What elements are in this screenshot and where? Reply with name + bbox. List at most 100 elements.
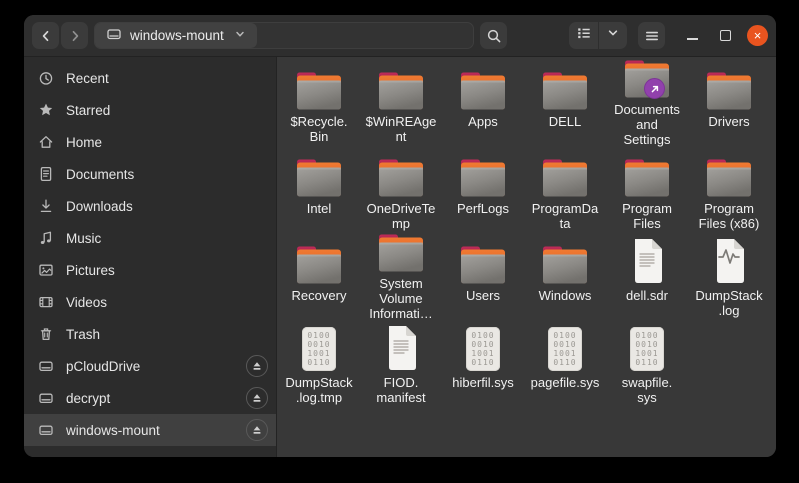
sidebar-item-trash[interactable]: Trash (24, 318, 276, 350)
view-options-dropdown-button[interactable] (598, 22, 627, 49)
sidebar-item-label: Starred (66, 103, 110, 118)
binary-file-icon: 0100 0010 1001 0110 (548, 327, 582, 371)
file-item[interactable]: Recovery (278, 234, 360, 321)
file-item[interactable]: 0100 0010 1001 0110 DumpStack .log.tmp (278, 321, 360, 408)
file-item[interactable]: Documents and Settings (606, 60, 688, 147)
sidebar-item-label: Videos (66, 295, 107, 310)
file-item[interactable]: dell.sdr (606, 234, 688, 321)
list-view-button[interactable] (569, 22, 598, 49)
sidebar-item-starred[interactable]: Starred (24, 94, 276, 126)
document-icon (38, 166, 54, 182)
file-label: Documents and Settings (614, 102, 680, 147)
sidebar-item-recent[interactable]: Recent (24, 62, 276, 94)
file-label: ProgramDa ta (532, 201, 598, 231)
file-label: OneDriveTe mp (367, 201, 436, 231)
binary-file-icon: 0100 0010 1001 0110 (466, 327, 500, 371)
file-label: dell.sdr (626, 288, 668, 303)
file-grid[interactable]: $Recycle. Bin $WinREAge nt Apps DELL Doc… (277, 57, 776, 457)
star-icon (38, 102, 54, 118)
eject-button[interactable] (246, 387, 268, 409)
eject-icon (251, 360, 263, 372)
file-item[interactable]: PerfLogs (442, 147, 524, 234)
file-item[interactable]: 0100 0010 1001 0110 swapfile. sys (606, 321, 688, 408)
file-item[interactable]: FIOD. manifest (360, 321, 442, 408)
eject-icon (251, 392, 263, 404)
path-bar[interactable]: windows-mount (94, 22, 474, 49)
file-item[interactable]: OneDriveTe mp (360, 147, 442, 234)
sidebar-item-home[interactable]: Home (24, 126, 276, 158)
sidebar: Recent Starred Home Documents Downloads … (24, 57, 277, 457)
file-label: DELL (549, 114, 582, 129)
file-label: Windows (539, 288, 592, 303)
file-item[interactable]: Program Files (606, 147, 688, 234)
chevron-left-icon (38, 28, 54, 44)
drive-icon (38, 390, 54, 406)
sidebar-item-downloads[interactable]: Downloads (24, 190, 276, 222)
trash-icon (38, 326, 54, 342)
folder-icon (460, 246, 506, 284)
eject-button[interactable] (246, 419, 268, 441)
path-label: windows-mount (130, 28, 224, 43)
folder-icon (460, 159, 506, 197)
file-label: $WinREAge nt (366, 114, 437, 144)
sidebar-item-videos[interactable]: Videos (24, 286, 276, 318)
binary-file-icon: 0100 0010 1001 0110 (302, 327, 336, 371)
header-right-cluster: × (569, 22, 768, 49)
file-label: DumpStack .log (695, 288, 762, 318)
file-item[interactable]: System Volume Informati… (360, 234, 442, 321)
file-item[interactable]: Intel (278, 147, 360, 234)
folder-icon (296, 72, 342, 110)
file-item[interactable]: 0100 0010 1001 0110 hiberfil.sys (442, 321, 524, 408)
close-icon: × (754, 29, 762, 42)
folder-icon (378, 234, 424, 272)
maximize-icon (720, 30, 731, 41)
folder-icon (296, 159, 342, 197)
folder-icon (624, 159, 670, 197)
folder-icon (378, 159, 424, 197)
log-file-icon (711, 238, 747, 284)
file-label: Recovery (292, 288, 347, 303)
sidebar-item-label: Downloads (66, 199, 133, 214)
file-item[interactable]: DELL (524, 60, 606, 147)
file-label: PerfLogs (457, 201, 509, 216)
minimize-icon (687, 38, 698, 40)
file-item[interactable]: Drivers (688, 60, 770, 147)
video-icon (38, 294, 54, 310)
drive-icon (38, 422, 54, 438)
sidebar-item-windows-mount[interactable]: windows-mount (24, 414, 276, 446)
chevron-right-icon (67, 28, 83, 44)
file-item[interactable]: Windows (524, 234, 606, 321)
file-label: Program Files (x86) (699, 201, 760, 231)
file-item[interactable]: Program Files (x86) (688, 147, 770, 234)
file-label: pagefile.sys (531, 375, 600, 390)
close-button[interactable]: × (747, 25, 768, 46)
sidebar-item-music[interactable]: Music (24, 222, 276, 254)
file-item[interactable]: DumpStack .log (688, 234, 770, 321)
file-item[interactable]: Users (442, 234, 524, 321)
current-location-button[interactable]: windows-mount (95, 23, 257, 48)
file-item[interactable]: $Recycle. Bin (278, 60, 360, 147)
sidebar-item-label: Recent (66, 71, 109, 86)
sidebar-item-pictures[interactable]: Pictures (24, 254, 276, 286)
drive-icon (38, 358, 54, 374)
back-button[interactable] (32, 22, 59, 49)
sidebar-item-decrypt[interactable]: decrypt (24, 382, 276, 414)
file-item[interactable]: Apps (442, 60, 524, 147)
forward-button[interactable] (61, 22, 88, 49)
file-label: FIOD. manifest (376, 375, 425, 405)
minimize-button[interactable] (681, 22, 703, 49)
music-note-icon (38, 230, 54, 246)
search-button[interactable] (480, 22, 507, 49)
file-item[interactable]: 0100 0010 1001 0110 pagefile.sys (524, 321, 606, 408)
folder-icon (542, 159, 588, 197)
sidebar-item-pclouddrive[interactable]: pCloudDrive (24, 350, 276, 382)
maximize-button[interactable] (714, 22, 736, 49)
sidebar-item-documents[interactable]: Documents (24, 158, 276, 190)
file-item[interactable]: ProgramDa ta (524, 147, 606, 234)
hamburger-menu-button[interactable] (638, 22, 665, 49)
file-item[interactable]: $WinREAge nt (360, 60, 442, 147)
folder-icon (542, 72, 588, 110)
eject-button[interactable] (246, 355, 268, 377)
view-toggle-split-button (569, 22, 627, 49)
list-view-icon (576, 25, 592, 46)
